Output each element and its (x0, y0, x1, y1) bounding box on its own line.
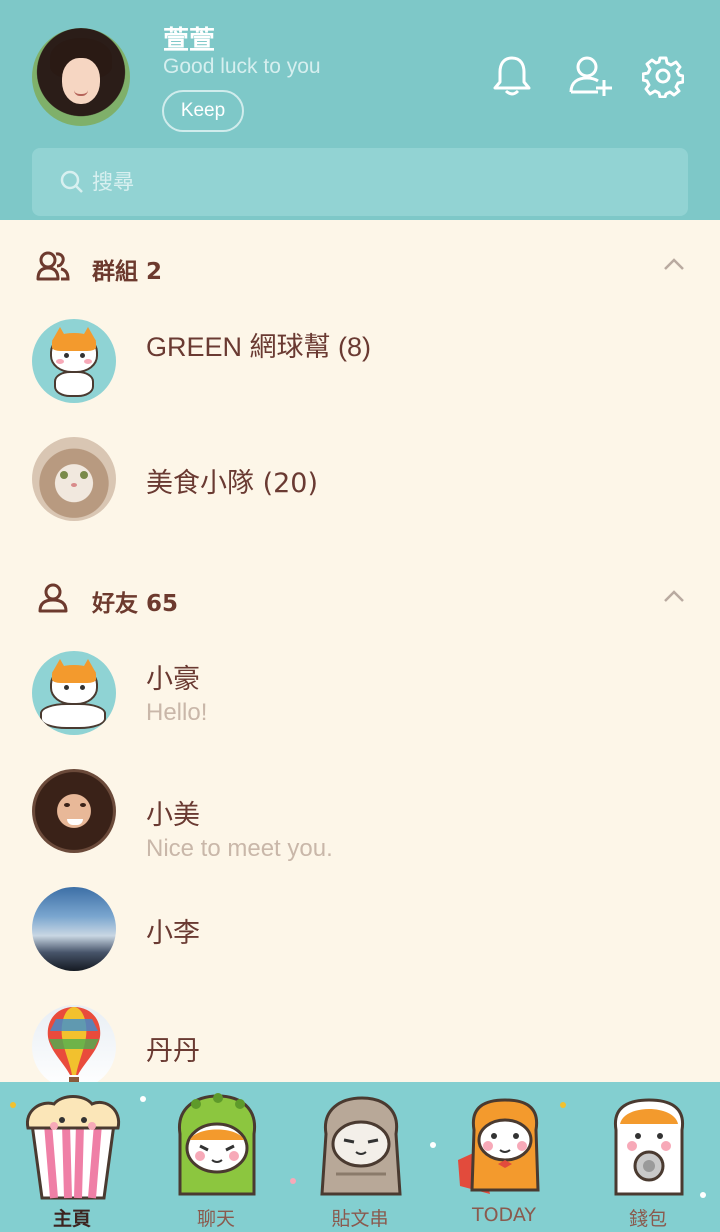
friends-title: 好友 65 (92, 591, 179, 617)
settings-icon[interactable] (641, 54, 685, 103)
friend-avatar (32, 887, 116, 971)
chevron-up-icon[interactable] (662, 588, 686, 609)
groups-section-header[interactable]: 群組 2 (0, 236, 720, 296)
add-friend-icon[interactable] (568, 54, 614, 103)
search-box[interactable] (32, 148, 688, 216)
friend-status: Nice to meet you. (146, 835, 333, 862)
tab-label: 主頁 (52, 1208, 91, 1230)
friend-avatar (32, 651, 116, 735)
friend-icon (36, 582, 70, 619)
header: 萱萱 Good luck to you Keep (0, 0, 720, 220)
group-row[interactable]: 美食小隊 (20) (0, 437, 720, 555)
coin-cat-sticker-icon (613, 1098, 685, 1196)
friend-row[interactable]: 小美 Nice to meet you. (0, 769, 720, 887)
tab-label: 貼文串 (331, 1208, 389, 1230)
group-name: 美食小隊 (20) (146, 468, 319, 499)
chevron-up-icon[interactable] (662, 256, 686, 277)
friend-row[interactable]: 小李 (0, 887, 720, 1005)
bell-icon[interactable] (492, 54, 532, 103)
tab-wallet[interactable]: 錢包 (576, 1082, 720, 1232)
friend-name: 小李 (146, 918, 200, 949)
tab-today[interactable]: TODAY (432, 1082, 576, 1232)
friend-name: 丹丹 (146, 1036, 200, 1067)
group-avatar (32, 319, 116, 403)
avatar-face (62, 58, 100, 104)
search-input[interactable] (92, 162, 652, 202)
bottom-nav: 主頁 聊天 貼文串 TODAY 錢包 (0, 1082, 720, 1232)
friend-avatar (32, 1005, 116, 1089)
tab-chat[interactable]: 聊天 (144, 1082, 288, 1232)
profile-avatar[interactable] (32, 28, 130, 126)
profile-name[interactable]: 萱萱 (163, 20, 215, 57)
popcorn-sticker-icon (25, 1095, 121, 1200)
friends-section-header[interactable]: 好友 65 (0, 568, 720, 628)
grey-cat-sticker-icon (320, 1096, 402, 1196)
search-icon (60, 170, 84, 199)
group-avatar (32, 437, 116, 521)
group-icon (36, 250, 70, 287)
tab-label: TODAY (472, 1204, 536, 1226)
groups-title: 群組 2 (92, 259, 163, 285)
dino-cat-sticker-icon (178, 1093, 257, 1196)
cape-cat-sticker-icon (458, 1098, 540, 1194)
profile-status[interactable]: Good luck to you (163, 55, 321, 79)
tab-timeline[interactable]: 貼文串 (288, 1082, 432, 1232)
friend-avatar (32, 769, 116, 853)
friend-row[interactable]: 小豪 Hello! (0, 651, 720, 769)
tab-label: 聊天 (196, 1208, 235, 1230)
tab-label: 錢包 (628, 1208, 667, 1230)
group-name: GREEN 網球幫 (8) (146, 332, 372, 362)
tab-home[interactable]: 主頁 (0, 1082, 144, 1232)
keep-button[interactable]: Keep (162, 90, 244, 132)
friend-name: 小豪 (146, 664, 200, 695)
friend-name: 小美 (146, 800, 200, 831)
friend-status: Hello! (146, 699, 208, 726)
group-row[interactable]: GREEN 網球幫 (8) (0, 319, 720, 437)
